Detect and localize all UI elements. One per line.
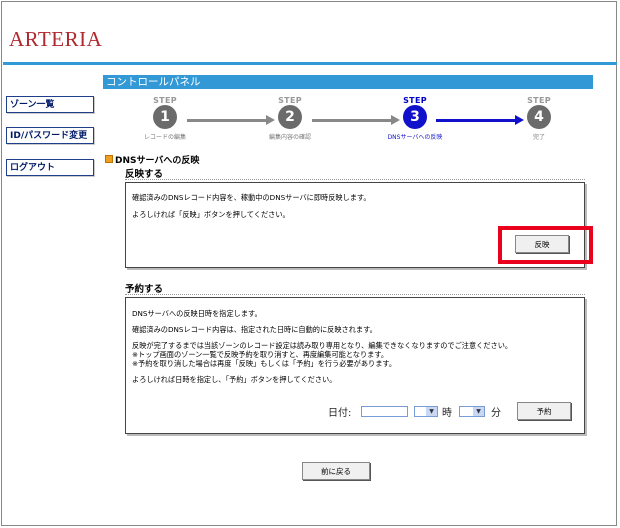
minute-label: 分 [491,408,501,419]
schedule-text-6: よろしければ日時を指定し、「予約」ボタンを押してください。 [132,375,337,384]
schedule-text-1: DNSサーバへの反映日時を指定します。 [132,309,262,318]
step-arrow-active [436,115,524,125]
step-arrow [187,115,275,125]
window-frame: ARTERIA ゾーン一覧 ID/パスワード変更 ログアウト コントロールパネル… [1,1,617,526]
reflect-text-2: よろしければ「反映」ボタンを押してください。 [132,210,290,219]
step-label: STEP [527,96,551,105]
hour-select[interactable]: ▼ [459,406,485,417]
step-number: 4 [527,105,551,129]
heading-underline [125,294,585,295]
chevron-down-icon: ▼ [426,407,437,416]
step-arrow [312,115,400,125]
heading-underline [125,179,585,180]
sidebar-item-logout[interactable]: ログアウト [6,159,94,176]
highlight-box [498,226,593,264]
back-button[interactable]: 前に戻る [302,462,370,480]
bullet-square-icon [105,155,113,163]
step-caption: レコードの編集 [143,134,186,141]
logo: ARTERIA [9,27,103,51]
section-title-text: DNSサーバへの反映 [115,156,200,166]
sidebar-item-change-password[interactable]: ID/パスワード変更 [6,127,94,144]
schedule-button[interactable]: 予約 [517,402,571,420]
chevron-down-icon: ▼ [473,407,484,416]
hour-label: 時 [442,408,452,419]
step-caption: DNSサーバへの反映 [387,134,443,141]
reflect-text-1: 確認済みのDNSレコード内容を、稼動中のDNSサーバに即時反映します。 [132,193,371,202]
step-4: STEP 4 完了 [509,96,569,141]
step-1: STEP 1 レコードの編集 [135,96,195,141]
step-caption: 編集内容の確認 [268,134,311,141]
step-number: 2 [278,105,302,129]
step-number: 3 [403,105,427,129]
step-caption: 完了 [532,134,545,141]
step-2: STEP 2 編集内容の確認 [260,96,320,141]
control-panel-title: コントロールパネル [103,75,593,89]
date-picker-select[interactable]: ▼ [414,406,438,417]
step-label: STEP [153,96,177,105]
step-label: STEP [278,96,302,105]
sidebar-item-zone-list[interactable]: ゾーン一覧 [6,96,94,113]
reflect-heading: 反映する [125,166,585,180]
header-divider [3,62,617,65]
section-title: DNSサーバへの反映 [105,153,199,166]
schedule-heading: 予約する [125,281,585,295]
step-number: 1 [153,105,177,129]
schedule-text-5: ※予約を取り消した場合は再度「反映」もしくは「予約」を行う必要があります。 [132,359,397,368]
schedule-text-2: 確認済みのDNSレコード内容は、指定された日時に自動的に反映されます。 [132,325,377,334]
step-label: STEP [403,96,427,105]
date-label: 日付: [328,408,352,419]
schedule-panel: DNSサーバへの反映日時を指定します。 確認済みのDNSレコード内容は、指定され… [125,297,585,434]
date-input[interactable] [361,406,408,417]
